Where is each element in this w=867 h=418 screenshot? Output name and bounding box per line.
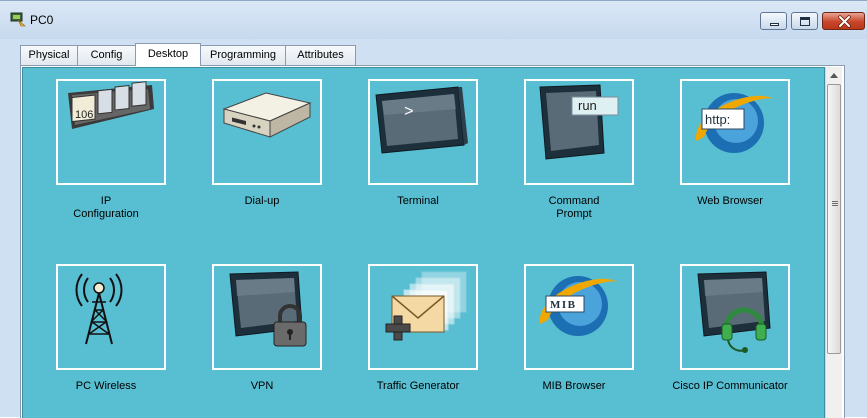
pc-wireless-tile[interactable] — [56, 264, 166, 370]
minimize-button[interactable] — [760, 12, 787, 30]
maximize-icon — [800, 17, 810, 26]
window-title: PC0 — [30, 13, 54, 27]
vpn-tile[interactable] — [212, 264, 322, 370]
svg-text:http:: http: — [705, 112, 730, 127]
pc-app-icon — [10, 12, 26, 27]
dial-up-tile[interactable] — [212, 79, 322, 185]
pc-wireless-label: PC Wireless — [75, 380, 137, 392]
close-icon — [838, 15, 851, 28]
tab-attributes[interactable]: Attributes — [285, 45, 356, 65]
thumb-grip — [832, 203, 838, 204]
close-button[interactable] — [822, 12, 865, 30]
tab-desktop[interactable]: Desktop — [135, 43, 201, 66]
mib-browser-tile[interactable]: MIB — [524, 264, 634, 370]
title-bar[interactable]: PC0 — [0, 1, 867, 39]
vertical-scrollbar[interactable] — [825, 67, 842, 418]
terminal-tile[interactable]: > — [368, 79, 478, 185]
command-prompt-icon: run — [539, 84, 619, 160]
thumb-grip — [832, 205, 838, 206]
tab-programming[interactable]: Programming — [200, 45, 286, 65]
web-browser-icon: http: — [695, 93, 774, 153]
traffic-generator-tile[interactable] — [368, 264, 478, 370]
svg-text:106: 106 — [75, 109, 93, 121]
svg-text:MIB: MIB — [550, 299, 577, 311]
cisco-ip-communicator-tile[interactable] — [680, 264, 790, 370]
tab-config[interactable]: Config — [77, 45, 136, 65]
terminal-icon: > — [375, 86, 468, 154]
maximize-button[interactable] — [791, 12, 818, 30]
web-browser-tile[interactable]: http: — [680, 79, 790, 185]
thumb-grip — [832, 201, 838, 202]
vpn-label: VPN — [250, 380, 274, 392]
mib-browser-label: MIB Browser — [542, 380, 606, 392]
ip-configuration-icon: 106 — [68, 81, 154, 129]
wireless-antenna-icon — [75, 273, 123, 345]
vpn-lock-icon — [229, 271, 307, 347]
traffic-generator-icon — [385, 271, 467, 341]
cisco-ip-communicator-label: Cisco IP Communicator — [672, 380, 788, 392]
dial-up-modem-icon — [222, 92, 312, 138]
scroll-up-arrow-icon[interactable] — [826, 67, 842, 84]
minimize-icon — [770, 23, 779, 26]
terminal-label: Terminal — [397, 195, 439, 207]
mib-browser-icon: MIB — [539, 276, 618, 336]
command-prompt-tile[interactable]: run — [524, 79, 634, 185]
dial-up-label: Dial-up — [244, 195, 280, 207]
svg-text:run: run — [578, 98, 597, 113]
command-prompt-label: Command Prompt — [548, 195, 600, 220]
cisco-ip-communicator-icon — [697, 271, 771, 353]
ip-configuration-label: IP Configuration — [73, 195, 139, 220]
desktop-area: 106 IP Configuration Dial-up > Terminal … — [22, 67, 825, 418]
scrollbar-thumb[interactable] — [827, 84, 841, 354]
tab-physical[interactable]: Physical — [20, 45, 78, 65]
app-window: PC0 Physical Config Desktop Programming … — [0, 0, 867, 418]
traffic-generator-label: Traffic Generator — [376, 380, 460, 392]
svg-text:>: > — [404, 103, 414, 121]
ip-configuration-tile[interactable]: 106 — [56, 79, 166, 185]
web-browser-label: Web Browser — [697, 195, 763, 207]
